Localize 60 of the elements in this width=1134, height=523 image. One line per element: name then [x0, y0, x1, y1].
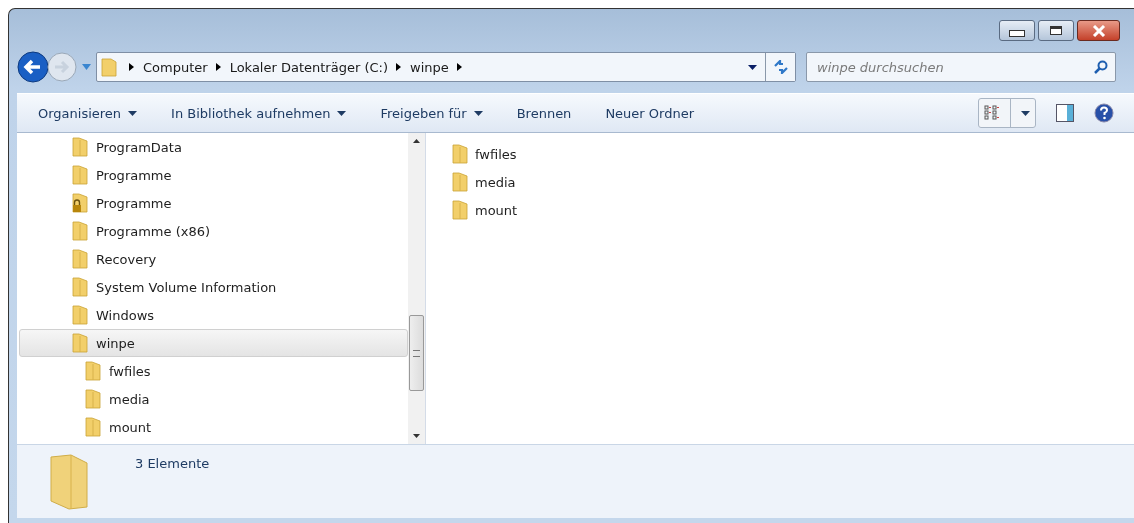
- tree-item[interactable]: media: [19, 385, 408, 413]
- tree-item[interactable]: Programme (x86): [19, 217, 408, 245]
- dropdown-icon[interactable]: [748, 64, 757, 70]
- folder-item[interactable]: fwfiles: [452, 140, 1134, 168]
- folder-icon: [72, 305, 88, 325]
- tree-item[interactable]: Windows: [19, 301, 408, 329]
- tree-item[interactable]: Programme: [19, 189, 408, 217]
- folder-item[interactable]: mount: [452, 196, 1134, 224]
- folder-icon: [85, 361, 101, 381]
- caret-icon: [128, 110, 138, 116]
- folder-icon: [452, 200, 468, 220]
- search-icon: [1094, 60, 1108, 74]
- toolbar-button[interactable]: Organisieren: [31, 101, 145, 125]
- preview-pane-icon[interactable]: [1056, 104, 1074, 122]
- folder-icon: [72, 277, 88, 297]
- minimize-button[interactable]: [999, 20, 1035, 41]
- tree-item[interactable]: System Volume Information: [19, 273, 408, 301]
- tree-item[interactable]: ProgramData: [19, 133, 408, 161]
- tree-item[interactable]: fwfiles: [19, 357, 408, 385]
- view-icon: [984, 105, 1000, 121]
- back-button[interactable]: [17, 51, 49, 83]
- folder-icon: [452, 144, 468, 164]
- caret-icon: [473, 110, 483, 116]
- folder-icon: [72, 221, 88, 241]
- folder-icon: [452, 172, 468, 192]
- maximize-button[interactable]: [1038, 20, 1074, 41]
- caret-icon: [337, 110, 347, 116]
- toolbar-button[interactable]: Neuer Ordner: [598, 101, 701, 125]
- tree-item[interactable]: Programme: [19, 161, 408, 189]
- tree-item[interactable]: Recovery: [19, 245, 408, 273]
- scrollbar[interactable]: [408, 133, 425, 444]
- folder-icon: [85, 417, 101, 437]
- close-button[interactable]: [1077, 20, 1120, 41]
- scroll-down-icon[interactable]: [413, 434, 420, 438]
- refresh-button[interactable]: [765, 53, 795, 81]
- caret-icon: [1021, 110, 1030, 116]
- close-icon: [1091, 24, 1106, 37]
- folder-icon: [72, 249, 88, 269]
- view-options-button[interactable]: [978, 98, 1036, 128]
- folder-item[interactable]: media: [452, 168, 1134, 196]
- breadcrumb[interactable]: winpe: [410, 59, 449, 75]
- folder-icon: [47, 453, 91, 511]
- refresh-icon: [772, 60, 789, 74]
- breadcrumb[interactable]: Computer: [143, 59, 208, 75]
- item-count: 3 Elemente: [135, 456, 210, 471]
- folder-icon: [85, 389, 101, 409]
- toolbar-button[interactable]: Freigeben für: [373, 101, 490, 125]
- toolbar-button[interactable]: In Bibliothek aufnehmen: [164, 101, 354, 125]
- toolbar-button[interactable]: Brennen: [509, 101, 579, 125]
- tree-item[interactable]: winpe: [19, 329, 408, 357]
- tree-item[interactable]: mount: [19, 413, 408, 441]
- folder-icon: [101, 57, 117, 77]
- address-bar[interactable]: Computer Lokaler Datenträger (C:) winpe: [96, 52, 796, 82]
- scroll-up-icon[interactable]: [413, 139, 420, 143]
- search-field[interactable]: winpe durchsuchen: [806, 52, 1116, 82]
- help-icon[interactable]: [1094, 103, 1114, 123]
- folder-icon: [72, 165, 88, 185]
- folder-icon: [72, 333, 88, 353]
- breadcrumb[interactable]: Lokaler Datenträger (C:): [229, 59, 388, 75]
- folder-icon: [72, 137, 88, 157]
